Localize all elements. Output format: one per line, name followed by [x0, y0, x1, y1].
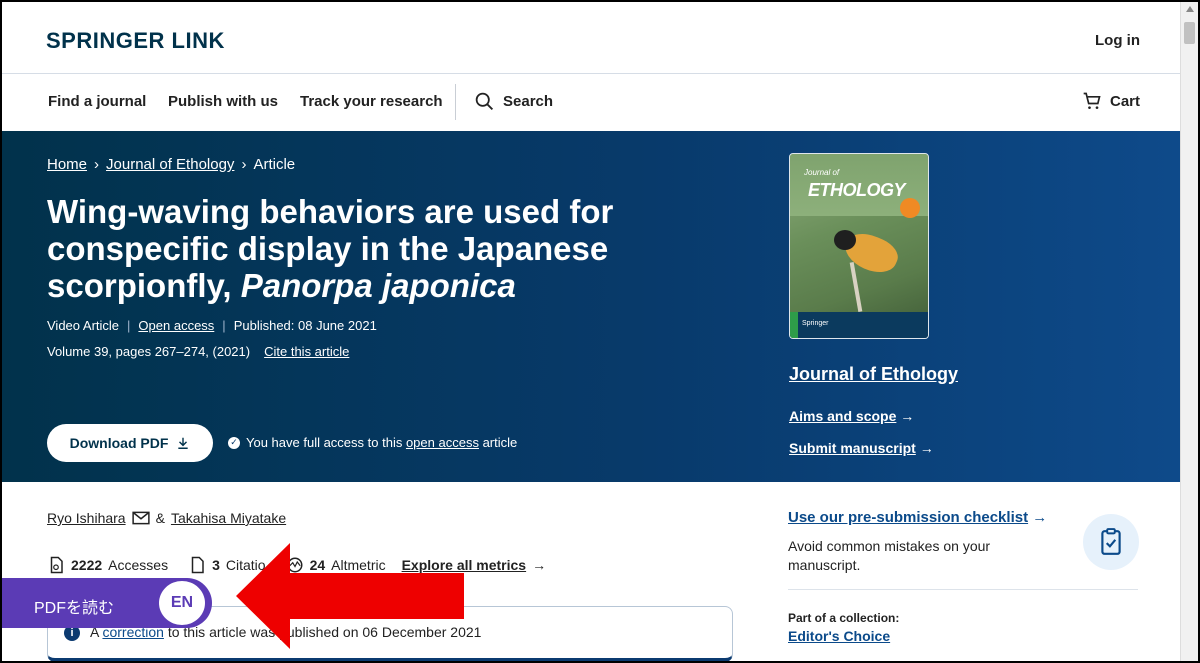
- checklist-description: Avoid common mistakes on your manuscript…: [788, 538, 991, 573]
- volume-info: Volume 39, pages 267–274, (2021): [47, 344, 251, 359]
- search-label: Search: [503, 93, 554, 110]
- access-note: ✓ You have full access to this open acce…: [228, 435, 517, 450]
- nav-publish-with-us[interactable]: Publish with us: [168, 93, 278, 110]
- clipboard-check-icon: [1083, 514, 1139, 570]
- download-pdf-button[interactable]: Download PDF: [47, 424, 213, 462]
- pre-submission-checklist-link[interactable]: Use our pre-submission checklist →: [788, 509, 1047, 526]
- pdf-reader-widget[interactable]: PDFを読む EN: [2, 578, 212, 628]
- accesses-icon: [50, 556, 63, 574]
- arrow-right-icon: →: [900, 408, 915, 424]
- published-date: Published: 08 June 2021: [233, 318, 377, 333]
- arrow-right-icon: →: [532, 557, 547, 573]
- vertical-scrollbar[interactable]: [1180, 2, 1198, 661]
- arrow-right-icon: →: [1032, 509, 1048, 526]
- article-meta: Video Article | Open access | Published:…: [47, 318, 377, 333]
- red-arrow-annotation: [236, 543, 464, 649]
- chevron-right-icon: ›: [241, 156, 247, 173]
- main-nav: Find a journal Publish with us Track you…: [2, 74, 1182, 131]
- nav-divider: [455, 84, 456, 120]
- search-button[interactable]: Search: [474, 91, 553, 112]
- submit-manuscript-link[interactable]: Submit manuscript →: [789, 440, 934, 456]
- email-icon[interactable]: [131, 511, 150, 525]
- journal-cover-image[interactable]: Journal of ETHOLOGY Springer: [789, 153, 929, 339]
- browser-viewport: SPRINGER LINK Log in Find a journal Publ…: [0, 0, 1200, 663]
- author-link[interactable]: Ryo Ishihara: [47, 510, 126, 526]
- article-title: Wing-waving behaviors are used for consp…: [47, 193, 614, 304]
- sidebar-divider: [788, 589, 1138, 590]
- nav-track-research[interactable]: Track your research: [300, 93, 443, 110]
- cart-button[interactable]: Cart: [1082, 91, 1140, 111]
- collection-label: Part of a collection:: [788, 611, 900, 625]
- breadcrumb-journal[interactable]: Journal of Ethology: [106, 156, 234, 173]
- volume-meta: Volume 39, pages 267–274, (2021) Cite th…: [47, 344, 349, 359]
- check-circle-icon: ✓: [228, 436, 240, 449]
- breadcrumb-current: Article: [253, 156, 296, 173]
- language-toggle-button[interactable]: EN: [159, 581, 205, 625]
- species-name: Panorpa japonica: [240, 267, 516, 304]
- download-icon: [178, 437, 189, 449]
- scroll-up-icon[interactable]: [1186, 6, 1194, 12]
- search-icon: [475, 92, 494, 111]
- pdf-read-label: PDFを読む: [34, 600, 115, 617]
- author-link[interactable]: Takahisa Miyatake: [171, 510, 286, 526]
- chevron-right-icon: ›: [94, 156, 100, 173]
- arrow-right-icon: →: [919, 440, 934, 456]
- breadcrumb-home[interactable]: Home: [47, 156, 87, 173]
- site-header: SPRINGER LINK Log in: [2, 2, 1182, 74]
- login-link[interactable]: Log in: [1095, 32, 1140, 49]
- citations-icon: [191, 556, 204, 574]
- editors-choice-link[interactable]: Editor's Choice: [788, 628, 890, 644]
- author-list: Ryo Ishihara & Takahisa Miyatake: [47, 510, 287, 526]
- article-type: Video Article: [47, 318, 120, 333]
- cite-article-link[interactable]: Cite this article: [264, 344, 349, 359]
- cart-icon: [1083, 92, 1101, 109]
- aims-scope-link[interactable]: Aims and scope →: [789, 408, 914, 424]
- article-hero: Home › Journal of Ethology › Article Win…: [2, 131, 1182, 482]
- cart-label: Cart: [1109, 92, 1140, 110]
- breadcrumb: Home › Journal of Ethology › Article: [47, 156, 295, 173]
- download-pdf-label: Download PDF: [69, 435, 169, 451]
- access-open-access-link[interactable]: open access: [406, 435, 479, 450]
- scroll-thumb[interactable]: [1184, 22, 1195, 44]
- journal-name-link[interactable]: Journal of Ethology: [789, 364, 958, 385]
- open-access-link[interactable]: Open access: [138, 318, 214, 333]
- nav-find-journal[interactable]: Find a journal: [48, 93, 146, 110]
- springer-link-logo[interactable]: SPRINGER LINK: [46, 28, 225, 54]
